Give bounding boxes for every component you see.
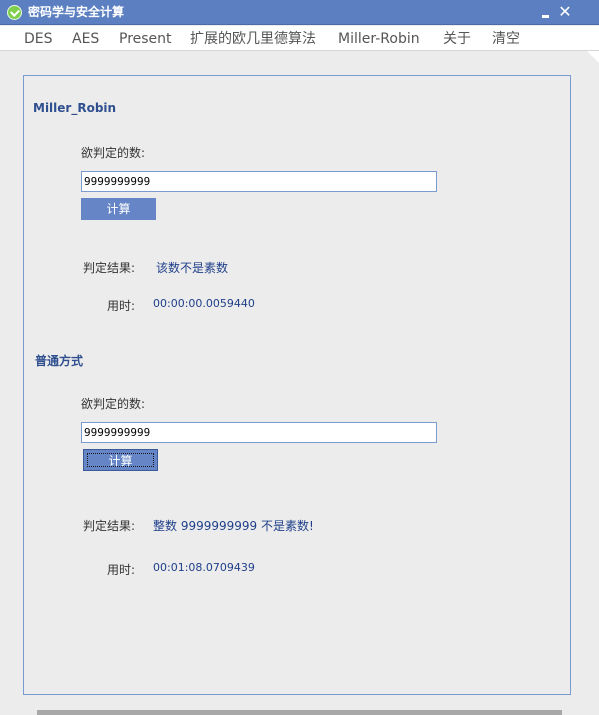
menu-item-present[interactable]: Present <box>119 31 172 47</box>
menu-item-extended-euclid[interactable]: 扩展的欧几里德算法 <box>190 31 316 47</box>
close-icon[interactable]: ✕ <box>557 4 573 20</box>
normal-input-label: 欲判定的数: <box>81 397 146 411</box>
miller-result-label: 判定结果: <box>83 261 136 275</box>
miller-time-label: 用时: <box>107 299 136 313</box>
miller-input-label: 欲判定的数: <box>81 146 146 160</box>
horizontal-scrollbar[interactable] <box>37 710 562 715</box>
normal-result-label: 判定结果: <box>83 519 136 533</box>
menu-item-clear[interactable]: 清空 <box>492 31 520 47</box>
corner-fold <box>587 51 599 63</box>
menu-item-aes[interactable]: AES <box>72 31 99 47</box>
miller-result-value: 该数不是素数 <box>156 261 229 275</box>
normal-number-input[interactable] <box>81 422 437 443</box>
menu-item-about[interactable]: 关于 <box>443 31 471 47</box>
app-icon <box>7 5 22 20</box>
menu-item-miller-robin[interactable]: Miller-Robin <box>338 31 420 47</box>
menu-item-des[interactable]: DES <box>24 31 53 47</box>
normal-time-value: 00:01:08.0709439 <box>153 561 255 574</box>
normal-time-label: 用时: <box>107 563 136 577</box>
miller-time-value: 00:00:00.0059440 <box>153 297 255 310</box>
title-bar: 密码学与安全计算 ✕ <box>0 0 599 25</box>
normal-calc-button[interactable]: 计算 <box>83 449 158 471</box>
miller-section-title: Miller_Robin <box>33 101 117 115</box>
window-title: 密码学与安全计算 <box>28 5 125 19</box>
normal-result-value: 整数 9999999999 不是素数! <box>153 519 314 533</box>
minimize-icon[interactable] <box>538 4 554 20</box>
miller-calc-button[interactable]: 计算 <box>81 198 156 220</box>
miller-number-input[interactable] <box>81 171 437 192</box>
menu-bar: DES AES Present 扩展的欧几里德算法 Miller-Robin 关… <box>0 26 599 51</box>
normal-section-title: 普通方式 <box>35 354 84 368</box>
main-panel: Miller_Robin 欲判定的数: 计算 判定结果: 该数不是素数 用时: … <box>23 75 571 695</box>
